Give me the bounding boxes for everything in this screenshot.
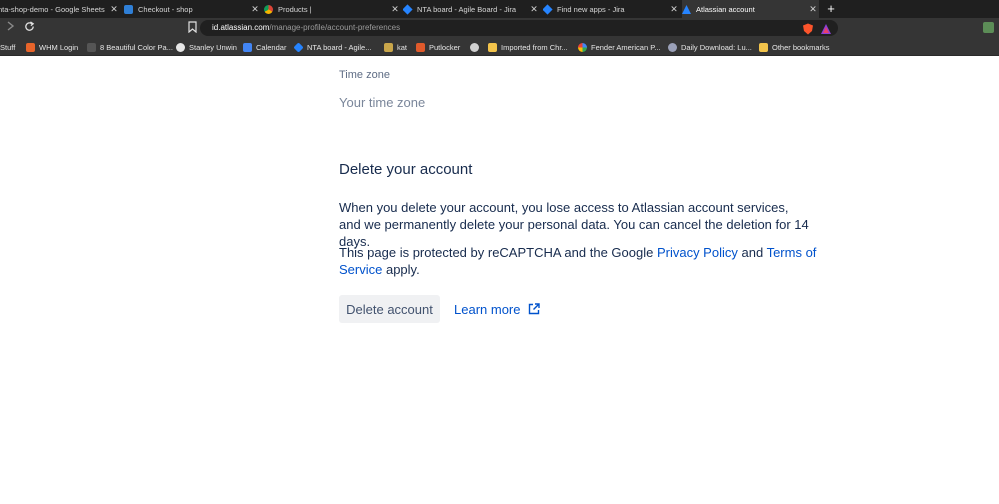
shop-favicon-icon	[124, 4, 133, 14]
bookmark-label: Fender American P...	[591, 42, 661, 52]
bookmark-daily-download[interactable]: Daily Download: Lu...	[668, 38, 752, 56]
privacy-policy-link[interactable]: Privacy Policy	[657, 245, 738, 260]
tab-products[interactable]: Products | ✕	[264, 0, 401, 18]
close-icon[interactable]: ✕	[108, 4, 120, 15]
close-icon[interactable]: ✕	[807, 4, 819, 15]
chrome-favicon-icon	[264, 4, 273, 14]
bookmark-label: 8 Beautiful Color Pa...	[100, 42, 173, 52]
site-icon	[416, 42, 425, 52]
jira-favicon-icon	[403, 3, 413, 15]
jira-icon	[293, 41, 304, 53]
brave-shields-icon[interactable]	[802, 22, 814, 35]
close-icon[interactable]: ✕	[668, 4, 680, 15]
folder-icon	[759, 42, 768, 52]
time-zone-label: Time zone	[339, 69, 390, 81]
bookmark-label: Imported from Chr...	[501, 42, 568, 52]
close-icon[interactable]: ✕	[528, 4, 540, 15]
forward-icon	[7, 21, 15, 31]
close-icon[interactable]: ✕	[389, 4, 401, 15]
tab-label: Atlassian account	[696, 4, 755, 14]
bookmark-label: WHM Login	[39, 42, 79, 52]
page-content: Time zone Your time zone Delete your acc…	[0, 57, 999, 504]
bookmark-label: Daily Download: Lu...	[681, 42, 752, 52]
recaptcha-middle: and	[737, 245, 767, 260]
site-icon	[668, 42, 677, 52]
bookmark-globe[interactable]	[470, 38, 483, 56]
google-icon	[578, 42, 587, 52]
recaptcha-notice: This page is protected by reCAPTCHA and …	[339, 244, 829, 278]
cpanel-icon	[26, 42, 35, 52]
address-bar[interactable]: id.atlassian.com/manage-profile/account-…	[200, 20, 838, 36]
folder-icon	[488, 42, 497, 52]
bookmark-label: Stanley Unwin	[189, 42, 237, 52]
bookmarks-bar: Stuff WHM Login 8 Beautiful Color Pa... …	[0, 38, 999, 56]
globe-icon	[470, 42, 479, 52]
recaptcha-suffix: apply.	[382, 262, 420, 277]
bookmark-whm-login[interactable]: WHM Login	[26, 38, 78, 56]
tab-strip: nta-shop-demo - Google Sheets ✕ Checkout…	[0, 0, 999, 18]
bookmark-label: Putlocker	[429, 42, 461, 52]
bookmark-label: Stuff	[0, 42, 16, 52]
site-icon	[384, 42, 393, 52]
bookmark-calendar[interactable]: Calendar	[243, 38, 286, 56]
brave-rewards-icon[interactable]	[820, 22, 832, 34]
wikipedia-icon	[176, 42, 185, 52]
reload-icon	[24, 21, 34, 31]
bookmark-stuff[interactable]: Stuff	[0, 38, 15, 56]
delete-account-heading: Delete your account	[339, 161, 473, 178]
tab-label: nta-shop-demo - Google Sheets	[0, 4, 105, 14]
delete-account-description: When you delete your account, you lose a…	[339, 200, 809, 249]
close-icon[interactable]: ✕	[249, 4, 261, 15]
url-text[interactable]: id.atlassian.com/manage-profile/account-…	[212, 20, 400, 36]
bookmark-other-bookmarks[interactable]: Other bookmarks	[759, 38, 830, 56]
learn-more-link[interactable]: Learn more	[454, 295, 541, 323]
new-tab-button[interactable]: +	[824, 1, 838, 17]
bookmark-label: Other bookmarks	[772, 42, 830, 52]
toolbar: id.atlassian.com/manage-profile/account-…	[0, 18, 999, 38]
reload-button[interactable]	[22, 21, 36, 35]
atlassian-favicon-icon	[682, 4, 691, 14]
calendar-icon	[243, 42, 252, 52]
recaptcha-prefix: This page is protected by reCAPTCHA and …	[339, 245, 657, 260]
tab-label: Find new apps - Jira	[557, 4, 625, 14]
bookmark-label: NTA board - Agile...	[307, 42, 372, 52]
tab-find-new-apps[interactable]: Find new apps - Jira ✕	[543, 0, 680, 18]
bookmark-kat[interactable]: kat	[384, 38, 407, 56]
site-icon	[87, 42, 96, 52]
external-link-icon	[529, 303, 541, 315]
bookmark-label: Calendar	[256, 42, 287, 52]
tab-google-sheets[interactable]: nta-shop-demo - Google Sheets ✕	[0, 0, 120, 18]
bookmark-fender[interactable]: Fender American P...	[578, 38, 660, 56]
bookmark-color-palettes[interactable]: 8 Beautiful Color Pa...	[87, 38, 173, 56]
learn-more-label: Learn more	[454, 301, 521, 317]
bookmark-stanley-unwin[interactable]: Stanley Unwin	[176, 38, 237, 56]
tab-atlassian-account[interactable]: Atlassian account ✕	[682, 0, 819, 18]
bookmark-putlocker[interactable]: Putlocker	[416, 38, 460, 56]
url-domain: id.atlassian.com	[212, 23, 270, 32]
tab-label: Products |	[278, 4, 312, 14]
tab-nta-board[interactable]: NTA board - Agile Board - Jira ✕	[403, 0, 540, 18]
delete-account-button[interactable]: Delete account	[339, 295, 440, 323]
tab-checkout-shop[interactable]: Checkout - shop ✕	[124, 0, 261, 18]
time-zone-field[interactable]: Your time zone	[339, 95, 425, 110]
tab-label: Checkout - shop	[138, 4, 193, 14]
bookmark-imported[interactable]: Imported from Chr...	[488, 38, 568, 56]
bookmark-label: kat	[397, 42, 408, 52]
forward-button[interactable]	[3, 21, 17, 35]
extension-icon[interactable]	[983, 22, 994, 33]
bookmark-button[interactable]	[188, 20, 198, 34]
bookmark-nta-board[interactable]: NTA board - Agile...	[293, 38, 372, 56]
url-path: /manage-profile/account-preferences	[269, 23, 401, 32]
bookmark-icon	[188, 21, 197, 34]
tab-label: NTA board - Agile Board - Jira	[417, 4, 517, 14]
jira-favicon-icon	[543, 3, 553, 15]
